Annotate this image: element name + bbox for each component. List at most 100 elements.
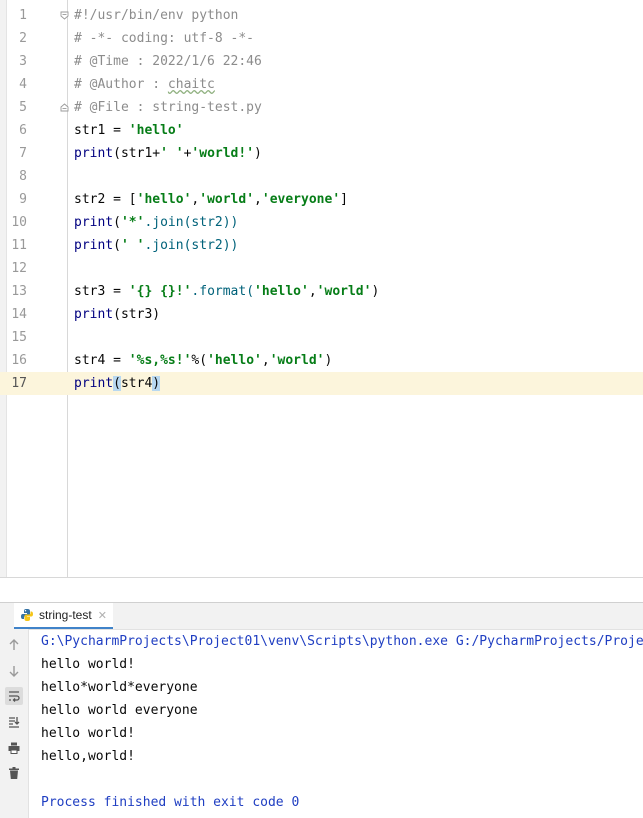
code-token: 'hello' xyxy=(254,284,309,299)
print-icon[interactable] xyxy=(5,739,23,757)
code-token: 'world' xyxy=(316,284,372,299)
code-token: 'world' xyxy=(269,353,325,368)
console-line: hello world! xyxy=(41,657,135,672)
up-arrow-icon[interactable] xyxy=(5,636,23,654)
code-text[interactable]: # @Time : 2022/1/6 22:46 xyxy=(74,50,262,73)
code-line[interactable]: 2 # -*- coding: utf-8 -*- xyxy=(0,27,643,50)
code-token: print xyxy=(74,238,114,253)
code-text[interactable]: str1 = 'hello' xyxy=(74,119,184,142)
run-toolbar xyxy=(0,629,29,818)
code-line[interactable]: 14 print(str3) xyxy=(0,303,643,326)
down-arrow-icon[interactable] xyxy=(5,662,23,680)
code-token: '*' xyxy=(120,215,145,230)
line-number: 5 xyxy=(19,100,27,115)
code-token: , xyxy=(308,284,317,299)
code-line[interactable]: 16 str4 = '%s,%s!'%('hello','world') xyxy=(0,349,643,372)
console-line[interactable]: G:\PycharmProjects\Project01\venv\Script… xyxy=(41,630,643,653)
console-line: hello*world*everyone xyxy=(41,680,198,695)
code-text[interactable]: print('*'.join(str2)) xyxy=(74,211,238,234)
code-token: 'hello' xyxy=(136,192,192,207)
code-text[interactable]: #!/usr/bin/env python xyxy=(74,4,238,27)
code-text[interactable]: print(str4) xyxy=(74,372,161,395)
code-token: .join(str2)) xyxy=(144,238,239,253)
code-token: 'hello' xyxy=(207,353,262,368)
code-token: str2 = [ xyxy=(74,192,137,207)
line-number: 13 xyxy=(11,284,27,299)
code-line[interactable]: 10 print('*'.join(str2)) xyxy=(0,211,643,234)
code-line[interactable]: 4 # @Author : chaitc xyxy=(0,73,643,96)
run-tab-bar: string-test ✕ xyxy=(0,602,643,630)
code-token: str3 = xyxy=(74,284,129,299)
console-line: hello world! xyxy=(41,726,135,741)
code-line[interactable]: 13 str3 = '{} {}!'.format('hello','world'… xyxy=(0,280,643,303)
code-line[interactable]: 1 #!/usr/bin/env python xyxy=(0,4,643,27)
code-token: 'everyone' xyxy=(261,192,341,207)
code-token: 'world' xyxy=(199,192,255,207)
code-token: .join(str2)) xyxy=(144,215,239,230)
code-token: print xyxy=(74,307,114,322)
code-text[interactable]: str3 = '{} {}!'.format('hello','world') xyxy=(74,280,379,303)
code-token: ) xyxy=(152,376,161,391)
code-editor[interactable]: 1 #!/usr/bin/env python 2 # -*- coding: utf… xyxy=(0,0,643,578)
code-text[interactable]: print(' '.join(str2)) xyxy=(74,234,238,257)
run-tab-label: string-test xyxy=(39,608,92,622)
code-token: ( xyxy=(113,376,121,391)
code-token: str1 xyxy=(74,123,106,138)
code-token: # @Time : 2022/1/6 22:46 xyxy=(74,54,262,69)
code-line[interactable]: 7 print(str1+' '+'world!') xyxy=(0,142,643,165)
code-token: (str3) xyxy=(113,307,161,322)
line-number: 2 xyxy=(19,31,27,46)
code-token: 'hello' xyxy=(128,123,184,138)
line-number: 3 xyxy=(19,54,27,69)
code-line[interactable]: 11 print(' '.join(str2)) xyxy=(0,234,643,257)
code-text[interactable]: # @Author : chaitc xyxy=(74,73,215,96)
code-token: ) xyxy=(324,353,333,368)
trash-icon[interactable] xyxy=(5,764,23,782)
code-token: ) xyxy=(254,146,262,161)
code-line[interactable]: 15 xyxy=(0,326,643,349)
code-token: .format( xyxy=(191,284,255,299)
code-token: print xyxy=(74,146,114,161)
code-token: ] xyxy=(340,192,348,207)
python-icon xyxy=(21,609,33,621)
code-token: ( xyxy=(113,215,121,230)
code-token: (str1+ xyxy=(113,146,161,161)
code-token: ' ' xyxy=(160,146,184,161)
line-number: 8 xyxy=(19,169,27,184)
fold-open-icon[interactable] xyxy=(60,11,69,20)
code-line[interactable]: 5 # @File : string-test.py xyxy=(0,96,643,119)
code-token: , xyxy=(254,192,262,207)
line-number: 11 xyxy=(11,238,27,253)
run-tab-string-test[interactable]: string-test ✕ xyxy=(14,603,113,629)
code-token: print xyxy=(74,376,114,391)
code-text[interactable]: # -*- coding: utf-8 -*- xyxy=(74,27,254,50)
line-number: 1 xyxy=(19,8,27,23)
code-line[interactable]: 8 xyxy=(0,165,643,188)
run-console-output[interactable]: G:\PycharmProjects\Project01\venv\Script… xyxy=(41,630,643,818)
scroll-to-end-icon[interactable] xyxy=(5,713,23,731)
code-line[interactable]: 6 str1 = 'hello' xyxy=(0,119,643,142)
code-text[interactable]: print(str1+' '+'world!') xyxy=(74,142,262,165)
code-token: ' ' xyxy=(120,238,145,253)
console-line: hello,world! xyxy=(41,749,135,764)
code-text[interactable]: print(str3) xyxy=(74,303,160,326)
code-line[interactable]: 3 # @Time : 2022/1/6 22:46 xyxy=(0,50,643,73)
code-line[interactable]: 9 str2 = ['hello','world','everyone'] xyxy=(0,188,643,211)
close-tab-icon[interactable]: ✕ xyxy=(98,609,107,622)
line-number: 17 xyxy=(11,376,27,391)
code-token: print xyxy=(74,215,114,230)
code-token: '%s,%s!' xyxy=(128,353,192,368)
line-number: 7 xyxy=(19,146,27,161)
soft-wrap-icon[interactable] xyxy=(5,687,23,705)
code-text[interactable]: str4 = '%s,%s!'%('hello','world') xyxy=(74,349,332,372)
fold-close-icon[interactable] xyxy=(60,103,69,112)
code-token: %( xyxy=(191,353,208,368)
code-token: chaitc xyxy=(167,77,215,92)
code-line[interactable]: 12 xyxy=(0,257,643,280)
code-text[interactable]: str2 = ['hello','world','everyone'] xyxy=(74,188,348,211)
code-text[interactable]: # @File : string-test.py xyxy=(74,96,262,119)
code-token: #!/usr/bin/env python xyxy=(74,8,239,23)
line-number: 4 xyxy=(19,77,27,92)
code-line[interactable]: 17 print(str4) xyxy=(0,372,643,395)
